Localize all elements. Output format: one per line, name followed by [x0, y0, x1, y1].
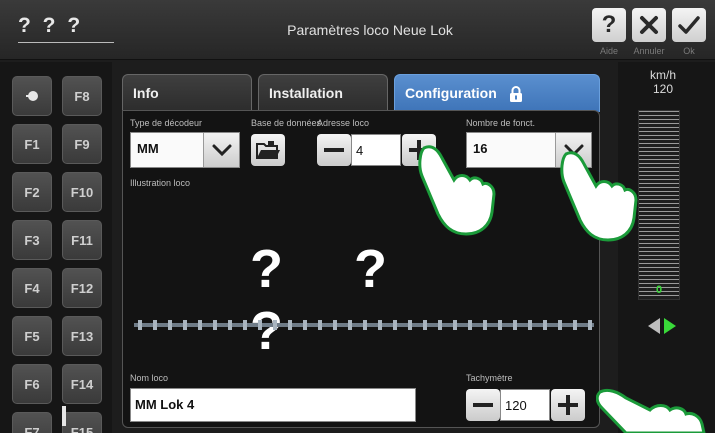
help-button[interactable]: ?	[592, 8, 626, 42]
address-decrement-button[interactable]	[317, 134, 351, 166]
tacho-input[interactable]: 120	[500, 389, 550, 421]
tab-installation[interactable]: Installation	[258, 74, 388, 112]
loco-name-input[interactable]: MM Lok 4	[130, 388, 416, 422]
chevron-down-icon	[212, 144, 231, 157]
cancel-label: Annuler	[633, 46, 665, 56]
page-title: Paramètres loco Neue Lok	[287, 22, 453, 38]
function-key-f1[interactable]: F1	[12, 124, 52, 164]
lock-icon	[509, 86, 522, 103]
function-key-f6[interactable]: F6	[12, 364, 52, 404]
loco-name-label: Nom loco	[130, 373, 169, 383]
speed-header: km/h 120	[618, 68, 708, 96]
direction-left-icon	[648, 318, 660, 334]
loco-name-display: ? ? ?	[18, 14, 114, 43]
help-label: Aide	[599, 46, 618, 56]
function-key-f12[interactable]: F12	[62, 268, 102, 308]
cancel-button[interactable]	[632, 8, 666, 42]
function-key-f11[interactable]: F11	[62, 220, 102, 260]
tab-info[interactable]: Info	[122, 74, 252, 112]
loco-illustration-placeholder[interactable]: ? ? ?	[250, 238, 480, 362]
speed-current-value: 0	[655, 284, 663, 296]
speed-unit-label: km/h	[649, 68, 676, 82]
pointing-hand-icon	[560, 151, 638, 242]
pointing-hand-icon	[418, 145, 496, 236]
direction-right-icon	[664, 318, 676, 334]
function-key-f9[interactable]: F9	[62, 124, 102, 164]
function-key-f15[interactable]: F15	[62, 412, 102, 433]
tab-configuration[interactable]: Configuration	[394, 74, 600, 112]
function-key-f3[interactable]: F3	[12, 220, 52, 260]
ok-button[interactable]	[672, 8, 706, 42]
track-graphic	[134, 320, 594, 330]
speed-max-label: 120	[652, 82, 674, 96]
function-key-f8[interactable]: F8	[62, 76, 102, 116]
decoder-type-select[interactable]: MM	[130, 132, 240, 168]
ok-label: Ok	[683, 46, 695, 56]
pointing-hand-icon	[596, 388, 706, 433]
decoder-type-label: Type de décodeur	[130, 118, 203, 128]
function-keys-panel: F1 F2 F3 F4 F5 F6 F7 F8 F9 F10 F11 F12 F…	[0, 62, 112, 433]
tacho-increment-button[interactable]	[551, 389, 585, 421]
function-key-f5[interactable]: F5	[12, 316, 52, 356]
checkmark-icon	[678, 16, 700, 34]
database-button[interactable]	[251, 134, 285, 166]
illustration-label: Illustration loco	[130, 178, 191, 188]
function-key-light[interactable]	[12, 76, 52, 116]
direction-toggle[interactable]	[642, 316, 682, 336]
decoder-type-dropdown-button[interactable]	[203, 133, 239, 167]
function-key-f2[interactable]: F2	[12, 172, 52, 212]
plus-icon	[558, 395, 578, 415]
function-key-f13[interactable]: F13	[62, 316, 102, 356]
address-input[interactable]: 4	[351, 134, 401, 166]
minus-icon	[473, 403, 493, 407]
minus-icon	[324, 148, 344, 152]
function-key-f7[interactable]: F7	[12, 412, 52, 433]
address-label: Adresse loco	[317, 118, 370, 128]
scroll-indicator[interactable]	[62, 406, 66, 426]
header-bar: ? ? ? Paramètres loco Neue Lok ? Aide An…	[0, 0, 715, 60]
tacho-decrement-button[interactable]	[466, 389, 500, 421]
headlight-icon	[26, 91, 38, 101]
loco-settings-screen: ? ? ? Paramètres loco Neue Lok ? Aide An…	[0, 0, 715, 433]
close-icon	[640, 16, 658, 34]
tacho-label: Tachymètre	[466, 373, 513, 383]
function-key-f10[interactable]: F10	[62, 172, 102, 212]
open-folder-icon	[256, 141, 280, 159]
database-label: Base de données	[251, 118, 322, 128]
speed-slider[interactable]	[638, 110, 680, 300]
function-key-f14[interactable]: F14	[62, 364, 102, 404]
function-count-label: Nombre de fonct.	[466, 118, 536, 128]
function-key-f4[interactable]: F4	[12, 268, 52, 308]
